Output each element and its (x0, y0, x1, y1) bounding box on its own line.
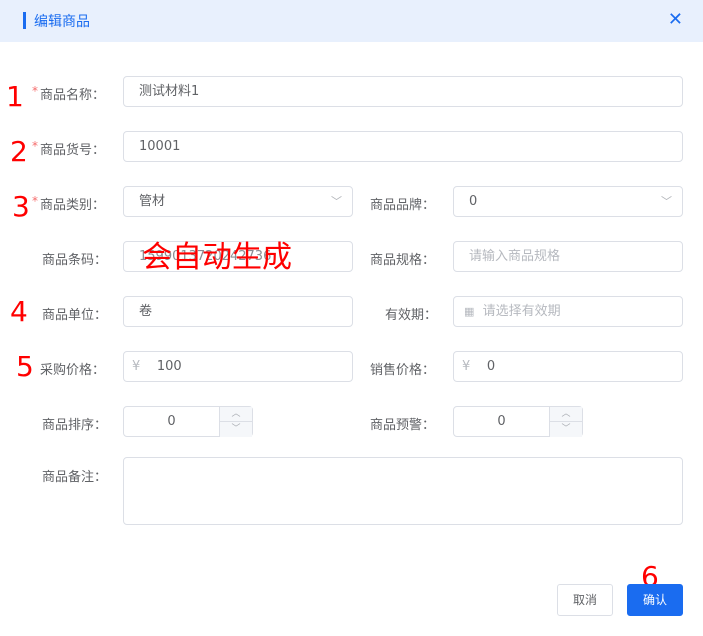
name-input[interactable]: 测试材料1 (123, 76, 683, 107)
sort-label: 商品排序： (42, 418, 108, 433)
annotation-1: 1 (6, 80, 24, 113)
category-value: 管材 (139, 194, 166, 209)
increment-icon[interactable]: ︿ (219, 407, 252, 422)
dialog-header: 编辑商品 ✕ (0, 0, 703, 42)
annotation-2: 2 (10, 135, 28, 168)
decrement-icon[interactable]: ﹀ (219, 422, 252, 437)
sale-price-value: 0 (486, 359, 496, 374)
dialog-title: 编辑商品 (34, 14, 90, 30)
sort-stepper[interactable]: 0 ︿ ﹀ (123, 406, 253, 437)
code-input[interactable]: 10001 (123, 131, 683, 162)
expiry-label: 有效期： (385, 308, 438, 323)
remark-textarea[interactable] (123, 457, 683, 525)
expiry-datepicker[interactable]: ▦ 请选择有效期 (453, 296, 683, 327)
annotation-5: 5 (16, 350, 34, 383)
sale-price-label: 销售价格： (370, 363, 436, 378)
decrement-icon[interactable]: ﹀ (549, 422, 582, 437)
cancel-button[interactable]: 取消 (557, 584, 613, 616)
name-label: 商品名称： (40, 88, 106, 103)
unit-label: 商品单位： (42, 308, 108, 323)
calendar-icon: ▦ (464, 305, 475, 318)
annotation-4: 4 (10, 295, 28, 328)
annotation-3: 3 (12, 190, 30, 223)
chevron-down-icon: ﹀ (331, 195, 342, 208)
increment-icon[interactable]: ︿ (549, 407, 582, 422)
purchase-price-label: 采购价格： (40, 363, 106, 378)
sale-price-input[interactable]: ¥ 0 (453, 351, 683, 382)
purchase-price-input[interactable]: ¥ 100 (123, 351, 353, 382)
required-mark: * (32, 139, 38, 153)
currency-prefix: ¥ (132, 359, 141, 374)
expiry-placeholder: 请选择有效期 (482, 304, 561, 319)
barcode-label: 商品条码： (42, 253, 108, 268)
spec-label: 商品规格： (370, 253, 436, 268)
brand-label: 商品品牌： (370, 198, 436, 213)
category-label: 商品类别： (40, 198, 106, 213)
chevron-down-icon: ﹀ (661, 195, 672, 208)
spec-input[interactable]: 请输入商品规格 (453, 241, 683, 272)
required-mark: * (32, 84, 38, 98)
confirm-button[interactable]: 确认 (627, 584, 683, 616)
sort-value: 0 (167, 414, 176, 429)
warning-stepper[interactable]: 0 ︿ ﹀ (453, 406, 583, 437)
brand-value: 0 (469, 194, 478, 209)
required-mark: * (32, 194, 38, 208)
close-icon[interactable]: ✕ (668, 9, 683, 30)
unit-input[interactable]: 卷 (123, 296, 353, 327)
brand-select[interactable]: 0 ﹀ (453, 186, 683, 217)
currency-prefix: ¥ (462, 359, 471, 374)
annotation-auto-generate: 会自动生成 (142, 240, 292, 275)
title-accent-bar (23, 12, 26, 29)
purchase-price-value: 100 (156, 359, 182, 374)
category-select[interactable]: 管材 ﹀ (123, 186, 353, 217)
code-label: 商品货号： (40, 143, 106, 158)
warning-label: 商品预警： (370, 418, 436, 433)
warning-value: 0 (497, 414, 506, 429)
remark-label: 商品备注： (42, 470, 108, 485)
